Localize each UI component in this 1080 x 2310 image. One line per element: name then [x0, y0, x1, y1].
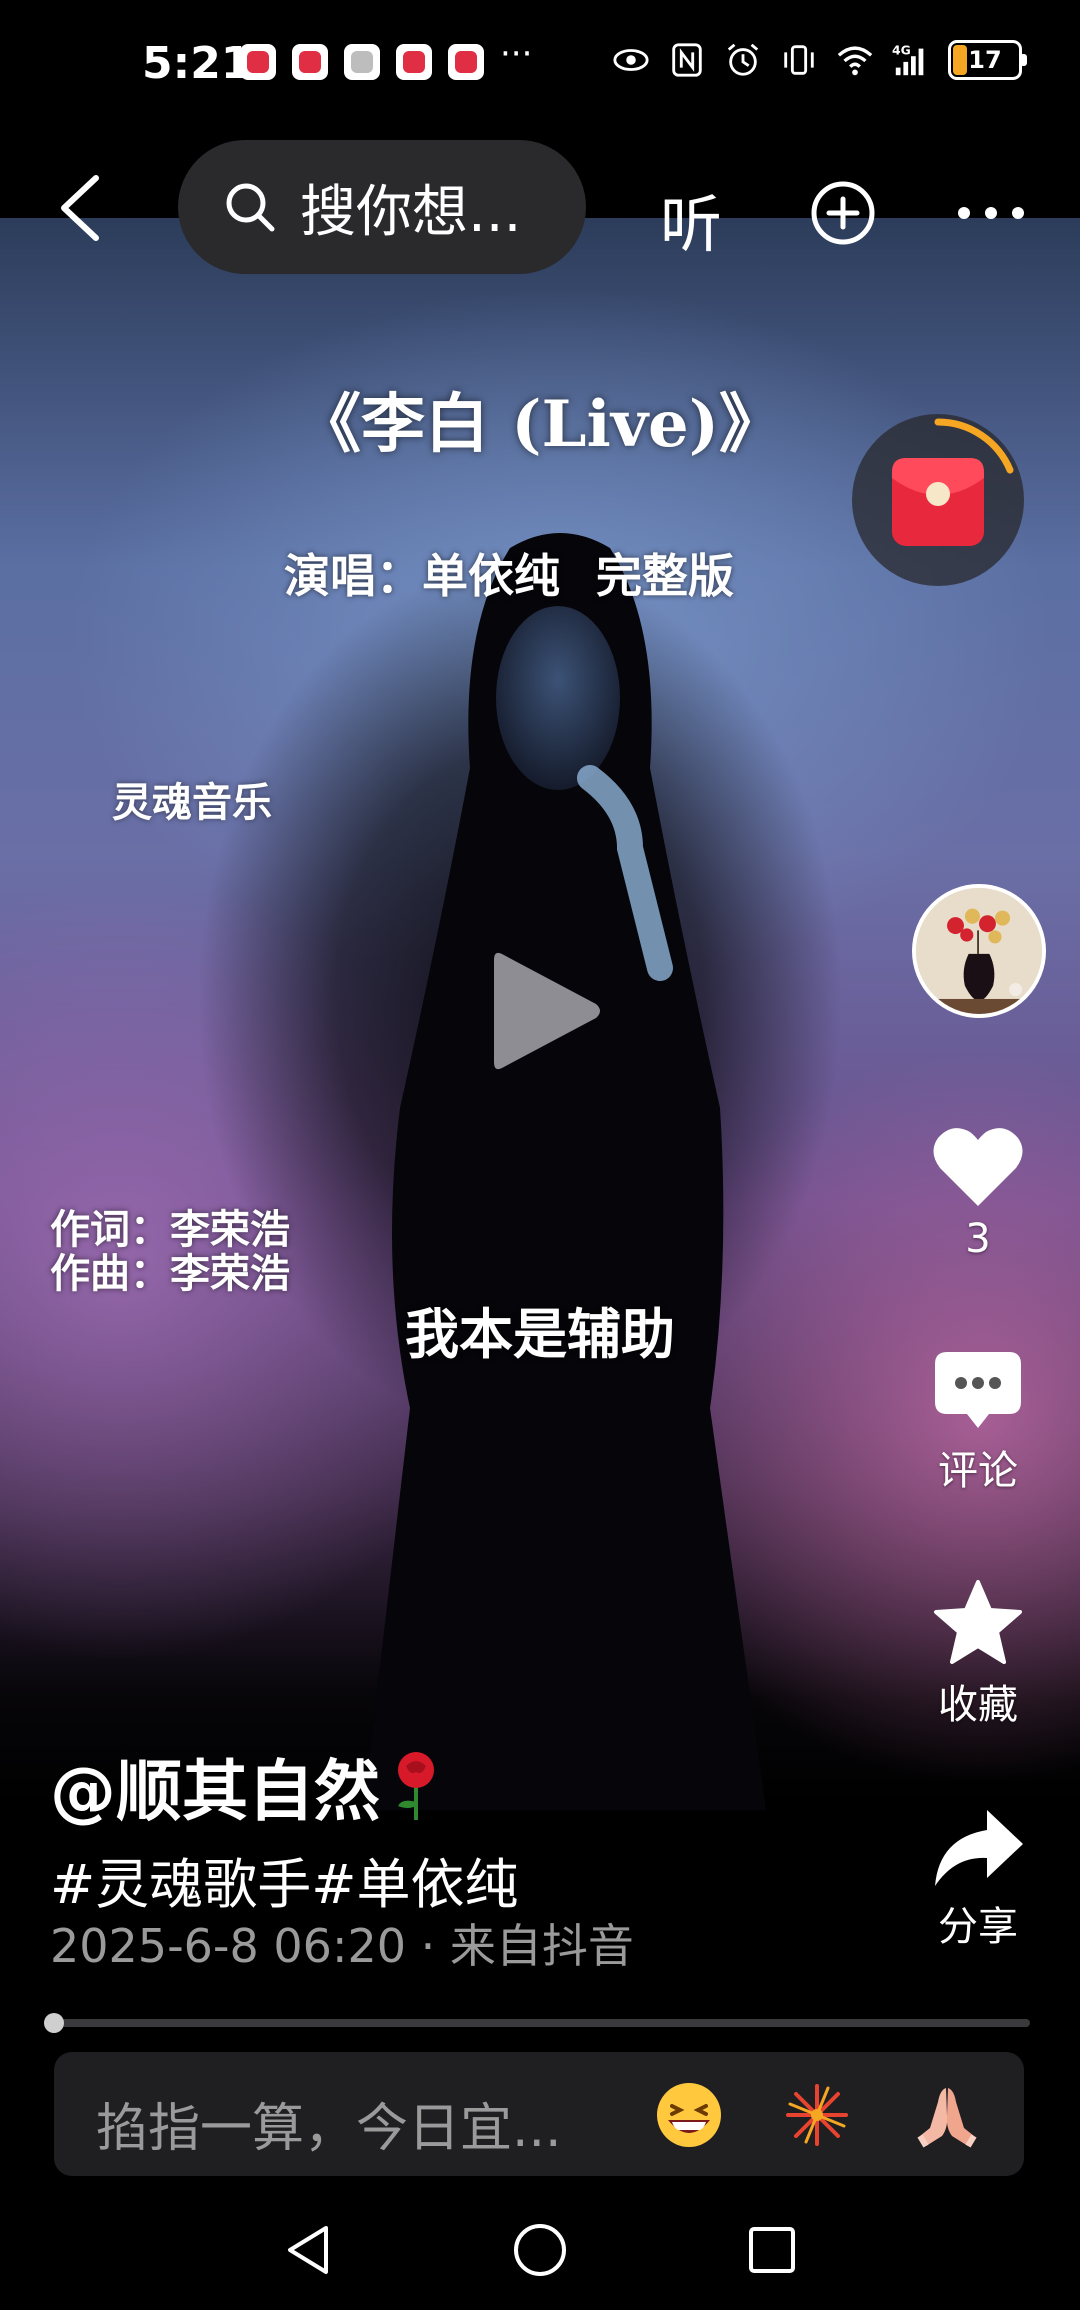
rose-emoji-icon: [398, 1752, 434, 1820]
svg-text:4G: 4G: [892, 43, 911, 57]
post-meta: 2025-6-8 06:20 · 来自抖音: [50, 1919, 634, 1973]
video-subtitle: 演唱：单依纯 完整版: [284, 549, 735, 603]
app-notification-icon: [292, 44, 328, 80]
app-notification-icon: [396, 44, 432, 80]
comment-action[interactable]: 评论: [900, 1350, 1056, 1496]
lyricist-credit: 作词：李荣浩: [50, 1207, 290, 1253]
battery-icon: 17: [948, 40, 1027, 80]
author-avatar[interactable]: [912, 884, 1046, 1018]
search-placeholder: 搜你想...: [300, 179, 522, 245]
vibrate-icon: [784, 45, 814, 75]
battery-level: 17: [968, 46, 1002, 74]
huawei-notification-icon: [344, 44, 380, 80]
avatar-vase-image: [916, 888, 1042, 1014]
eye-comfort-icon: [613, 49, 649, 71]
share-arrow-icon: [935, 1810, 1023, 1886]
favorite-label: 收藏: [938, 1682, 1018, 1728]
author-handle[interactable]: @顺其自然: [50, 1753, 380, 1830]
system-icons: 4G 17: [612, 40, 1027, 80]
hashtags[interactable]: #灵魂歌手#单依纯: [50, 1840, 519, 1919]
alarm-icon: [727, 43, 759, 76]
praying-hands-emoji-icon[interactable]: [912, 2080, 982, 2150]
back-arrow-icon[interactable]: [52, 170, 108, 246]
share-label: 分享: [938, 1904, 1018, 1950]
app-notification-icon: [240, 44, 276, 80]
add-circle-icon[interactable]: [810, 180, 876, 246]
firework-emoji-icon[interactable]: [782, 2080, 852, 2150]
nfc-icon: [672, 43, 702, 77]
red-envelope-icon: [892, 418, 1014, 546]
video-progress-bar[interactable]: [44, 2013, 1030, 2033]
like-action[interactable]: 3: [900, 1122, 1056, 1262]
comment-placeholder: 掐指一算，今日宜...: [96, 2099, 562, 2159]
nav-home-icon[interactable]: [510, 2220, 570, 2280]
nav-recent-apps-icon[interactable]: [742, 2220, 802, 2280]
play-icon[interactable]: [488, 946, 606, 1076]
comment-label: 评论: [938, 1448, 1018, 1494]
heart-icon: [933, 1128, 1023, 1206]
song-credits: 作词：李荣浩 作曲：李荣浩: [50, 1208, 290, 1296]
share-action[interactable]: 分享: [900, 1808, 1056, 1952]
more-notifications-icon: ···: [500, 34, 533, 74]
notification-icons: [240, 44, 484, 80]
star-icon: [934, 1580, 1022, 1664]
laughing-emoji-icon[interactable]: [654, 2080, 724, 2150]
app-notification-icon: [448, 44, 484, 80]
red-packet-reward[interactable]: [852, 414, 1024, 586]
progress-knob[interactable]: [44, 2013, 64, 2033]
listen-button[interactable]: 听: [660, 174, 722, 264]
favorite-action[interactable]: 收藏: [900, 1578, 1056, 1730]
status-time: 5:21: [142, 38, 252, 89]
search-box[interactable]: 搜你想...: [178, 140, 586, 274]
comment-input-bar[interactable]: 掐指一算，今日宜...: [54, 2052, 1024, 2176]
video-watermark: 灵魂音乐: [112, 779, 272, 826]
status-bar: 5:21 ··· 4G 17: [0, 0, 1080, 130]
nav-back-icon[interactable]: [278, 2220, 338, 2280]
cellular-4g-icon: 4G: [892, 43, 924, 76]
search-icon: [226, 183, 275, 232]
top-nav: 搜你想... 听: [0, 130, 1080, 280]
comment-bubble-icon: [935, 1352, 1021, 1428]
wifi-icon: [837, 46, 873, 76]
more-options-icon[interactable]: [956, 180, 1026, 246]
like-count: 3: [965, 1216, 991, 1262]
author-name[interactable]: @顺其自然: [50, 1738, 446, 1834]
singer-silhouette: [363, 533, 767, 1810]
system-nav-bar: [0, 2190, 1080, 2310]
